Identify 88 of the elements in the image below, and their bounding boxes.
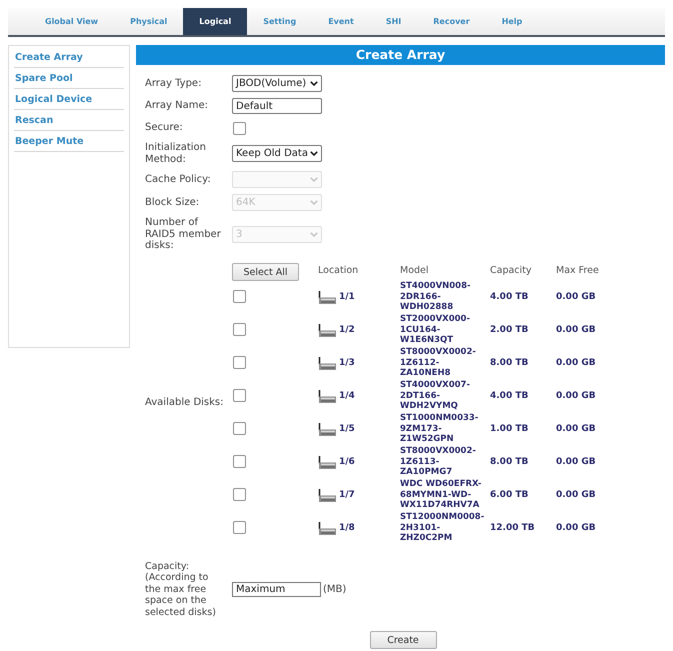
field-label: Cache Policy: [145,174,212,186]
max-free-text: 0.00 GB [556,523,596,533]
nav-tab[interactable]: Help [486,8,538,35]
checkbox[interactable] [233,356,246,368]
field-label: Number of RAID5 member disks: [145,217,222,252]
caret-icon [310,177,318,182]
checkbox[interactable] [233,388,246,402]
max-free-text: 0.00 GB [556,391,596,401]
sidebar-item[interactable]: Beeper Mute [14,131,124,152]
sidebar-item[interactable]: Create Array [14,47,124,68]
drive-icon [318,290,336,304]
field-label: Secure: [145,122,184,134]
checkbox[interactable] [233,322,246,336]
checkbox[interactable] [233,488,246,500]
checkbox[interactable] [233,422,246,434]
nav-tab[interactable]: Event [312,8,370,35]
select-all-button[interactable]: Select All [232,263,299,282]
model-text: ST4000VX007- 2DT166- WDH2VYMQ [400,380,470,412]
capacity-text: 1.00 TB [490,424,528,434]
checkbox[interactable] [233,520,246,534]
nav-tab[interactable]: Setting [247,8,312,35]
drive-icon [318,488,336,502]
field-label: Block Size: [145,196,200,208]
max-free-text: 0.00 GB [556,358,596,368]
location-text: 1/3 [339,358,355,368]
field-label: Available Disks: [145,396,225,408]
sidebar-item[interactable]: Spare Pool [14,68,124,89]
model-text: ST12000NM0008- 2H3101- ZHZ0C2PM [400,512,484,544]
caret-icon [310,81,318,86]
location-text: 1/7 [339,490,355,500]
field-label: Capacity: (According to the max free space on the selected disks) [145,560,217,618]
sidebar-item[interactable]: Rescan [14,110,124,131]
model-text: ST2000VX000- 1CU164- W1E6N3QT [400,314,470,346]
model-text: ST4000VN008- 2DR166- WDH02888 [400,281,471,313]
column-header: Location [318,265,360,276]
drive-icon [318,422,336,436]
location-text: 1/8 [339,523,355,533]
capacity-field[interactable]: Maximum [232,582,321,597]
nav-tab[interactable]: Global View [29,8,114,35]
capacity-text: 4.00 TB [490,391,528,401]
nav-tab[interactable]: Logical [183,8,248,35]
column-header: Max Free [556,265,600,276]
caret-icon [310,200,318,205]
nav-tab[interactable]: Physical [114,8,184,35]
capacity-text: 6.00 TB [490,490,528,500]
nav-tab[interactable]: Recover [417,8,486,35]
model-text: ST8000VX0002- 1Z6112- ZA10NEH8 [400,347,476,379]
location-text: 1/4 [339,391,355,401]
dropdown[interactable]: Keep Old Data [232,145,322,162]
capacity-text: 4.00 TB [490,292,528,302]
drive-icon [318,324,336,336]
text-field[interactable]: Default [232,98,322,114]
capacity-text: 8.00 TB [490,457,528,467]
create-button[interactable]: Create [370,631,436,649]
checkbox[interactable] [233,454,246,468]
location-text: 1/2 [339,325,355,335]
location-text: 1/5 [339,424,355,434]
capacity-text: 12.00 TB [490,523,535,533]
drive-icon [318,522,336,534]
field-label: Array Name: [145,100,209,112]
unit-label: (MB) [323,584,346,595]
caret-icon [310,232,318,237]
capacity-text: 8.00 TB [490,358,528,368]
location-text: 1/1 [339,292,355,302]
model-text: ST1000NM0033- 9ZM173- Z1W52GPN [400,413,478,445]
column-header: Model [400,265,430,276]
drive-icon [318,390,336,402]
model-text: ST8000VX0002- 1Z6113- ZA10PMG7 [400,446,476,478]
capacity-text: 2.00 TB [490,325,528,335]
column-header: Capacity [490,265,533,276]
max-free-text: 0.00 GB [556,292,596,302]
sidebar-item[interactable]: Logical Device [14,89,124,110]
field-label: Array Type: [145,78,202,90]
max-free-text: 0.00 GB [556,457,596,467]
drive-icon [318,456,336,468]
max-free-text: 0.00 GB [556,325,596,335]
checkbox[interactable] [233,290,246,302]
location-text: 1/6 [339,457,355,467]
field-label: Initialization Method: [145,142,207,165]
nav-tab[interactable]: SHI [370,8,418,35]
drive-icon [318,356,336,370]
max-free-text: 0.00 GB [556,490,596,500]
panel-title: Create Array [136,45,665,65]
max-free-text: 0.00 GB [556,424,596,434]
caret-icon [310,151,318,156]
model-text: WDC WD60EFRX- 68MYMN1-WD- WX11D74RHV7A [400,479,482,511]
dropdown[interactable]: JBOD(Volume) [232,75,322,92]
checkbox[interactable] [233,122,246,134]
